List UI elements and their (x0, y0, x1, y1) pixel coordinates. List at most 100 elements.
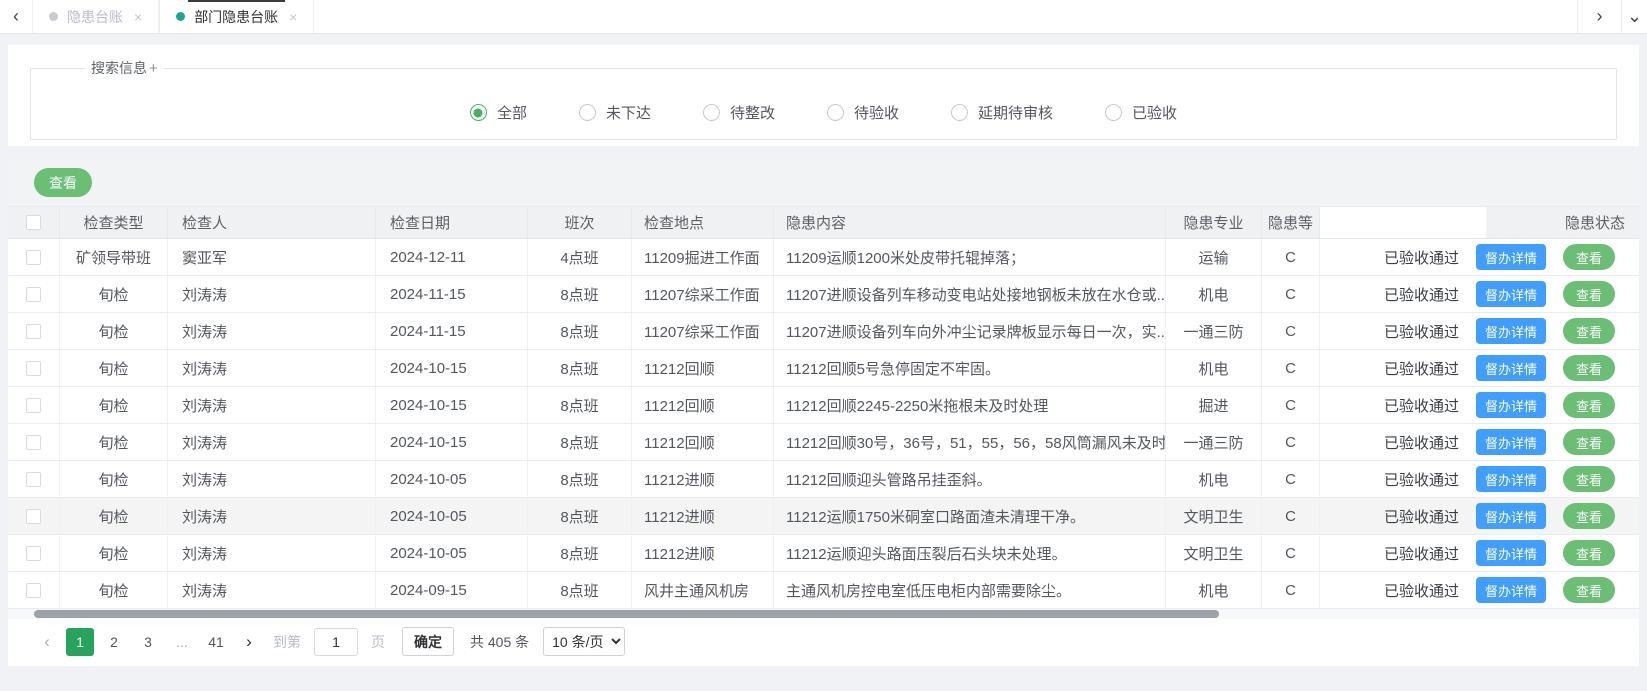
status-text: 已验收通过 (1384, 580, 1459, 601)
row-view-button[interactable]: 查看 (1563, 392, 1615, 418)
radio-all[interactable]: 全部 (470, 102, 527, 123)
view-button[interactable]: 查看 (34, 168, 92, 197)
row-checkbox[interactable] (26, 250, 41, 265)
cell-shift: 4点班 (528, 239, 632, 275)
radio-label: 待整改 (730, 102, 775, 123)
table-row[interactable]: 旬检 刘涛涛 2024-10-15 8点班 11212回顺 11212回顺5号急… (8, 350, 1639, 387)
radio-not-issued[interactable]: 未下达 (579, 102, 651, 123)
table-row[interactable]: 旬检 刘涛涛 2024-11-15 8点班 11207综采工作面 11207进顺… (8, 313, 1639, 350)
page-number-1[interactable]: 1 (66, 628, 94, 656)
close-icon[interactable]: × (134, 9, 142, 25)
table-row[interactable]: 旬检 刘涛涛 2024-09-15 8点班 风井主通风机房 主通风机房控电室低压… (8, 572, 1639, 609)
cell-location: 11209掘进工作面 (632, 239, 774, 275)
page-number-2[interactable]: 2 (100, 628, 128, 656)
row-view-button[interactable]: 查看 (1563, 244, 1615, 270)
row-checkbox[interactable] (26, 583, 41, 598)
cell-location: 11207综采工作面 (632, 313, 774, 349)
cell-location: 11212回顺 (632, 387, 774, 423)
tab-hidden-danger-ledger[interactable]: 隐患台账 × (32, 0, 159, 33)
row-checkbox[interactable] (26, 361, 41, 376)
expand-plus-icon[interactable]: + (149, 60, 158, 77)
select-all-checkbox[interactable] (26, 215, 41, 230)
table-row[interactable]: 旬检 刘涛涛 2024-10-05 8点班 11212进顺 11212回顺迎头管… (8, 461, 1639, 498)
table-row[interactable]: 旬检 刘涛涛 2024-11-15 8点班 11207综采工作面 11207进顺… (8, 276, 1639, 313)
tab-label: 部门隐患台账 (194, 7, 278, 27)
cell-location: 11212进顺 (632, 535, 774, 571)
horizontal-scrollbar-thumb[interactable] (34, 610, 1219, 618)
tabs-scroll-right-icon[interactable]: › (1577, 0, 1621, 33)
cell-date: 2024-12-11 (376, 239, 528, 275)
cell-specialty: 文明卫生 (1166, 535, 1262, 571)
radio-pending-rectify[interactable]: 待整改 (703, 102, 775, 123)
row-checkbox[interactable] (26, 472, 41, 487)
cell-shift: 8点班 (528, 498, 632, 534)
supervise-detail-button[interactable]: 督办详情 (1476, 392, 1546, 418)
row-view-button[interactable]: 查看 (1563, 318, 1615, 344)
tabs-menu-chevron-down-icon[interactable]: ⌄ (1621, 0, 1647, 33)
cell-inspector: 刘涛涛 (168, 461, 376, 497)
prev-page-chevron-icon[interactable]: ‹ (34, 628, 60, 656)
cell-shift: 8点班 (528, 535, 632, 571)
row-checkbox[interactable] (26, 509, 41, 524)
tabs-scroll-left-icon[interactable]: ‹ (0, 0, 32, 33)
radio-accepted[interactable]: 已验收 (1105, 102, 1177, 123)
select-all-checkbox-cell (8, 207, 60, 238)
cell-check-type: 旬检 (60, 313, 168, 349)
header-check-type: 检查类型 (60, 207, 168, 238)
row-view-button[interactable]: 查看 (1563, 503, 1615, 529)
search-legend[interactable]: 搜索信息 + (85, 58, 164, 78)
tab-bar-controls: › ⌄ (1577, 0, 1647, 33)
supervise-detail-button[interactable]: 督办详情 (1476, 466, 1546, 492)
tab-department-hidden-danger-ledger[interactable]: 部门隐患台账 × (159, 0, 314, 33)
page-number-41[interactable]: 41 (202, 628, 230, 656)
next-page-chevron-icon[interactable]: › (236, 628, 262, 656)
supervise-detail-button[interactable]: 督办详情 (1476, 318, 1546, 344)
supervise-detail-button[interactable]: 督办详情 (1476, 503, 1546, 529)
header-inspector: 检查人 (168, 207, 376, 238)
row-checkbox[interactable] (26, 324, 41, 339)
close-icon[interactable]: × (289, 9, 297, 25)
cell-inspector: 窦亚军 (168, 239, 376, 275)
row-view-button[interactable]: 查看 (1563, 355, 1615, 381)
confirm-button[interactable]: 确定 (402, 627, 454, 656)
cell-level: C (1262, 498, 1320, 534)
supervise-detail-button[interactable]: 督办详情 (1476, 429, 1546, 455)
cell-inspector: 刘涛涛 (168, 535, 376, 571)
row-view-button[interactable]: 查看 (1563, 540, 1615, 566)
radio-delay-pending-review[interactable]: 延期待审核 (951, 102, 1053, 123)
cell-date: 2024-10-05 (376, 498, 528, 534)
table-row[interactable]: 旬检 刘涛涛 2024-10-05 8点班 11212进顺 11212运顺175… (8, 498, 1639, 535)
goto-page-input[interactable] (314, 628, 358, 656)
supervise-detail-button[interactable]: 督办详情 (1476, 540, 1546, 566)
cell-shift: 8点班 (528, 350, 632, 386)
row-checkbox[interactable] (26, 435, 41, 450)
row-view-button[interactable]: 查看 (1563, 466, 1615, 492)
horizontal-scrollbar[interactable] (8, 609, 1639, 619)
row-checkbox[interactable] (26, 287, 41, 302)
row-checkbox[interactable] (26, 546, 41, 561)
supervise-detail-button[interactable]: 督办详情 (1476, 244, 1546, 270)
radio-label: 待验收 (854, 102, 899, 123)
supervise-detail-button[interactable]: 督办详情 (1476, 577, 1546, 603)
row-checkbox[interactable] (26, 398, 41, 413)
header-date: 检查日期 (376, 207, 528, 238)
row-view-button[interactable]: 查看 (1563, 429, 1615, 455)
cell-specialty: 运输 (1166, 239, 1262, 275)
cell-content: 11212回顺迎头管路吊挂歪斜。 (774, 461, 1166, 497)
page-size-select[interactable]: 10 条/页 (543, 627, 625, 656)
radio-pending-accept[interactable]: 待验收 (827, 102, 899, 123)
row-view-button[interactable]: 查看 (1563, 281, 1615, 307)
table-row[interactable]: 旬检 刘涛涛 2024-10-05 8点班 11212进顺 11212运顺迎头路… (8, 535, 1639, 572)
ledger-table-card: 查看 检查类型 检查人 检查日期 班次 检查地点 隐患内容 隐患专业 隐患等 隐… (8, 158, 1639, 666)
tab-list: 隐患台账 × 部门隐患台账 × (32, 0, 314, 33)
page-number-3[interactable]: 3 (134, 628, 162, 656)
table-row[interactable]: 矿领导带班 窦亚军 2024-12-11 4点班 11209掘进工作面 1120… (8, 239, 1639, 276)
row-view-button[interactable]: 查看 (1563, 577, 1615, 603)
supervise-detail-button[interactable]: 督办详情 (1476, 281, 1546, 307)
cell-status-actions: 已验收通过 督办详情 查看 (1320, 350, 1639, 386)
table-row[interactable]: 旬检 刘涛涛 2024-10-15 8点班 11212回顺 11212回顺30号… (8, 424, 1639, 461)
supervise-detail-button[interactable]: 督办详情 (1476, 355, 1546, 381)
row-checkbox-cell (8, 276, 60, 312)
table-row[interactable]: 旬检 刘涛涛 2024-10-15 8点班 11212回顺 11212回顺224… (8, 387, 1639, 424)
cell-inspector: 刘涛涛 (168, 350, 376, 386)
